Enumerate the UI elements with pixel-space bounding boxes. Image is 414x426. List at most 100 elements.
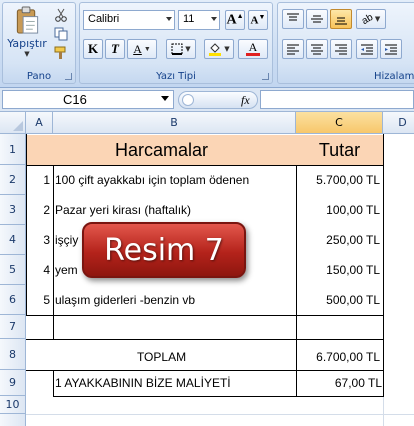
item-amount[interactable]: 150,00 TL xyxy=(296,255,380,285)
decrease-indent-icon xyxy=(361,44,373,55)
alignment-group-label: Hizalam xyxy=(374,71,414,82)
row-header[interactable]: 1 xyxy=(0,134,26,165)
bold-button[interactable]: K xyxy=(83,39,103,59)
row-header[interactable]: 3 xyxy=(0,195,26,225)
item-amount[interactable]: 100,00 TL xyxy=(296,195,380,225)
align-left-button[interactable] xyxy=(282,39,304,59)
row-header[interactable]: 7 xyxy=(0,315,26,339)
cell-border xyxy=(383,134,384,396)
align-center-button[interactable] xyxy=(306,39,328,59)
cell-border xyxy=(26,370,384,371)
decrease-indent-button[interactable] xyxy=(356,39,378,59)
row-header[interactable]: 4 xyxy=(0,225,26,255)
copy-icon xyxy=(54,27,68,41)
unit-cost-amount[interactable]: 67,00 TL xyxy=(296,370,382,396)
clipboard-dialog-launcher[interactable] xyxy=(65,73,72,80)
item-amount[interactable]: 5.700,00 TL xyxy=(296,165,380,195)
column-header-b[interactable]: B xyxy=(53,112,296,134)
total-label[interactable]: TOPLAM xyxy=(27,339,296,370)
align-bottom-button[interactable] xyxy=(330,9,352,29)
row-header[interactable]: 6 xyxy=(0,285,26,315)
format-painter-button[interactable] xyxy=(51,44,71,62)
brush-icon xyxy=(54,46,66,59)
column-header-a[interactable]: A xyxy=(26,112,53,134)
item-number[interactable]: 4 xyxy=(27,255,52,285)
unit-cost-label[interactable]: 1 AYAKKABININ BİZE MALİYETİ xyxy=(55,370,295,396)
font-group: Calibri 11 A▲ A▼ K T A ▼ ▼ ▼ A Yazı Tipi xyxy=(79,2,273,84)
align-center-icon xyxy=(311,44,323,55)
item-number[interactable]: 2 xyxy=(27,195,52,225)
grow-font-button[interactable]: A▲ xyxy=(225,10,245,30)
select-all-corner[interactable] xyxy=(0,112,26,134)
align-top-button[interactable] xyxy=(282,9,304,29)
align-left-icon xyxy=(287,44,299,55)
row-header[interactable]: 5 xyxy=(0,255,26,285)
align-top-icon xyxy=(287,13,299,21)
item-number[interactable]: 3 xyxy=(27,225,52,255)
scissors-icon xyxy=(55,8,67,22)
row-header[interactable]: 9 xyxy=(0,370,26,396)
clipboard-group: Yapıştır ▼ Pano xyxy=(2,2,76,84)
align-middle-button[interactable] xyxy=(306,9,328,29)
row-header[interactable]: 10 xyxy=(0,396,26,414)
font-dialog-launcher[interactable] xyxy=(262,73,269,80)
cell-border xyxy=(296,165,297,396)
alignment-group: ab ▼ Hizalam xyxy=(277,2,414,84)
paste-icon xyxy=(16,6,39,34)
cell-border xyxy=(53,165,54,339)
increase-indent-button[interactable] xyxy=(380,39,402,59)
item-description[interactable]: ulaşım giderleri -benzin vb xyxy=(55,285,295,315)
expand-circle-icon[interactable] xyxy=(182,94,194,106)
font-color-swatch xyxy=(246,53,260,56)
chevron-down-icon: ▼ xyxy=(24,50,30,58)
ribbon: Yapıştır ▼ Pano Calibri 11 A▲ A▼ K T A ▼ … xyxy=(0,0,414,88)
header-harcamalar[interactable]: Harcamalar xyxy=(27,135,296,165)
cut-button[interactable] xyxy=(51,6,71,24)
name-box[interactable]: C16 xyxy=(2,90,174,109)
item-number[interactable]: 5 xyxy=(27,285,52,315)
cell-border xyxy=(53,396,384,397)
formula-input[interactable] xyxy=(260,90,414,109)
font-size-combo[interactable]: 11 xyxy=(178,10,220,30)
formula-bar: C16 fx xyxy=(0,88,414,112)
header-tutar[interactable]: Tutar xyxy=(296,135,383,165)
total-amount[interactable]: 6.700,00 TL xyxy=(296,339,380,370)
row-header[interactable] xyxy=(0,414,26,426)
font-group-label: Yazı Tipi xyxy=(156,71,196,82)
column-header-d[interactable]: D xyxy=(383,112,414,134)
shrink-font-button[interactable]: A▼ xyxy=(248,10,268,30)
font-color-button[interactable]: A xyxy=(238,39,268,59)
align-bottom-icon xyxy=(335,17,347,25)
item-description[interactable]: 100 çift ayakkabı için toplam ödenen xyxy=(55,165,295,195)
item-description[interactable]: Pazar yeri kirası (haftalık) xyxy=(55,195,295,225)
item-amount[interactable]: 250,00 TL xyxy=(296,225,380,255)
chevron-down-icon: ▼ xyxy=(374,15,381,23)
chevron-down-icon: ▼ xyxy=(224,45,230,53)
increase-indent-icon xyxy=(385,44,397,55)
cell-border xyxy=(53,370,54,396)
select-all-icon xyxy=(13,121,23,131)
borders-icon xyxy=(171,43,183,55)
row-header[interactable]: 8 xyxy=(0,339,26,370)
italic-button[interactable]: T xyxy=(105,39,125,59)
font-family-combo[interactable]: Calibri xyxy=(83,10,175,30)
item-number[interactable]: 1 xyxy=(27,165,52,195)
borders-button[interactable]: ▼ xyxy=(166,39,196,59)
name-box-value: C16 xyxy=(63,92,87,107)
cell-border xyxy=(26,165,384,166)
font-size-value: 11 xyxy=(183,13,195,25)
paste-button[interactable]: Yapıştır ▼ xyxy=(7,5,47,59)
align-right-button[interactable] xyxy=(330,39,352,59)
insert-function-button[interactable]: fx xyxy=(241,93,250,108)
underline-button[interactable]: A ▼ xyxy=(127,39,157,59)
shrink-font-icon: A▼ xyxy=(250,13,266,27)
cell-border xyxy=(26,339,384,340)
column-header-c[interactable]: C xyxy=(296,112,383,134)
copy-button[interactable] xyxy=(51,25,71,43)
paint-bucket-icon xyxy=(209,43,222,56)
orientation-button[interactable]: ab ▼ xyxy=(356,9,386,29)
chevron-down-icon xyxy=(161,96,169,101)
item-amount[interactable]: 500,00 TL xyxy=(296,285,380,315)
fill-color-button[interactable]: ▼ xyxy=(204,39,234,59)
row-header[interactable]: 2 xyxy=(0,165,26,195)
